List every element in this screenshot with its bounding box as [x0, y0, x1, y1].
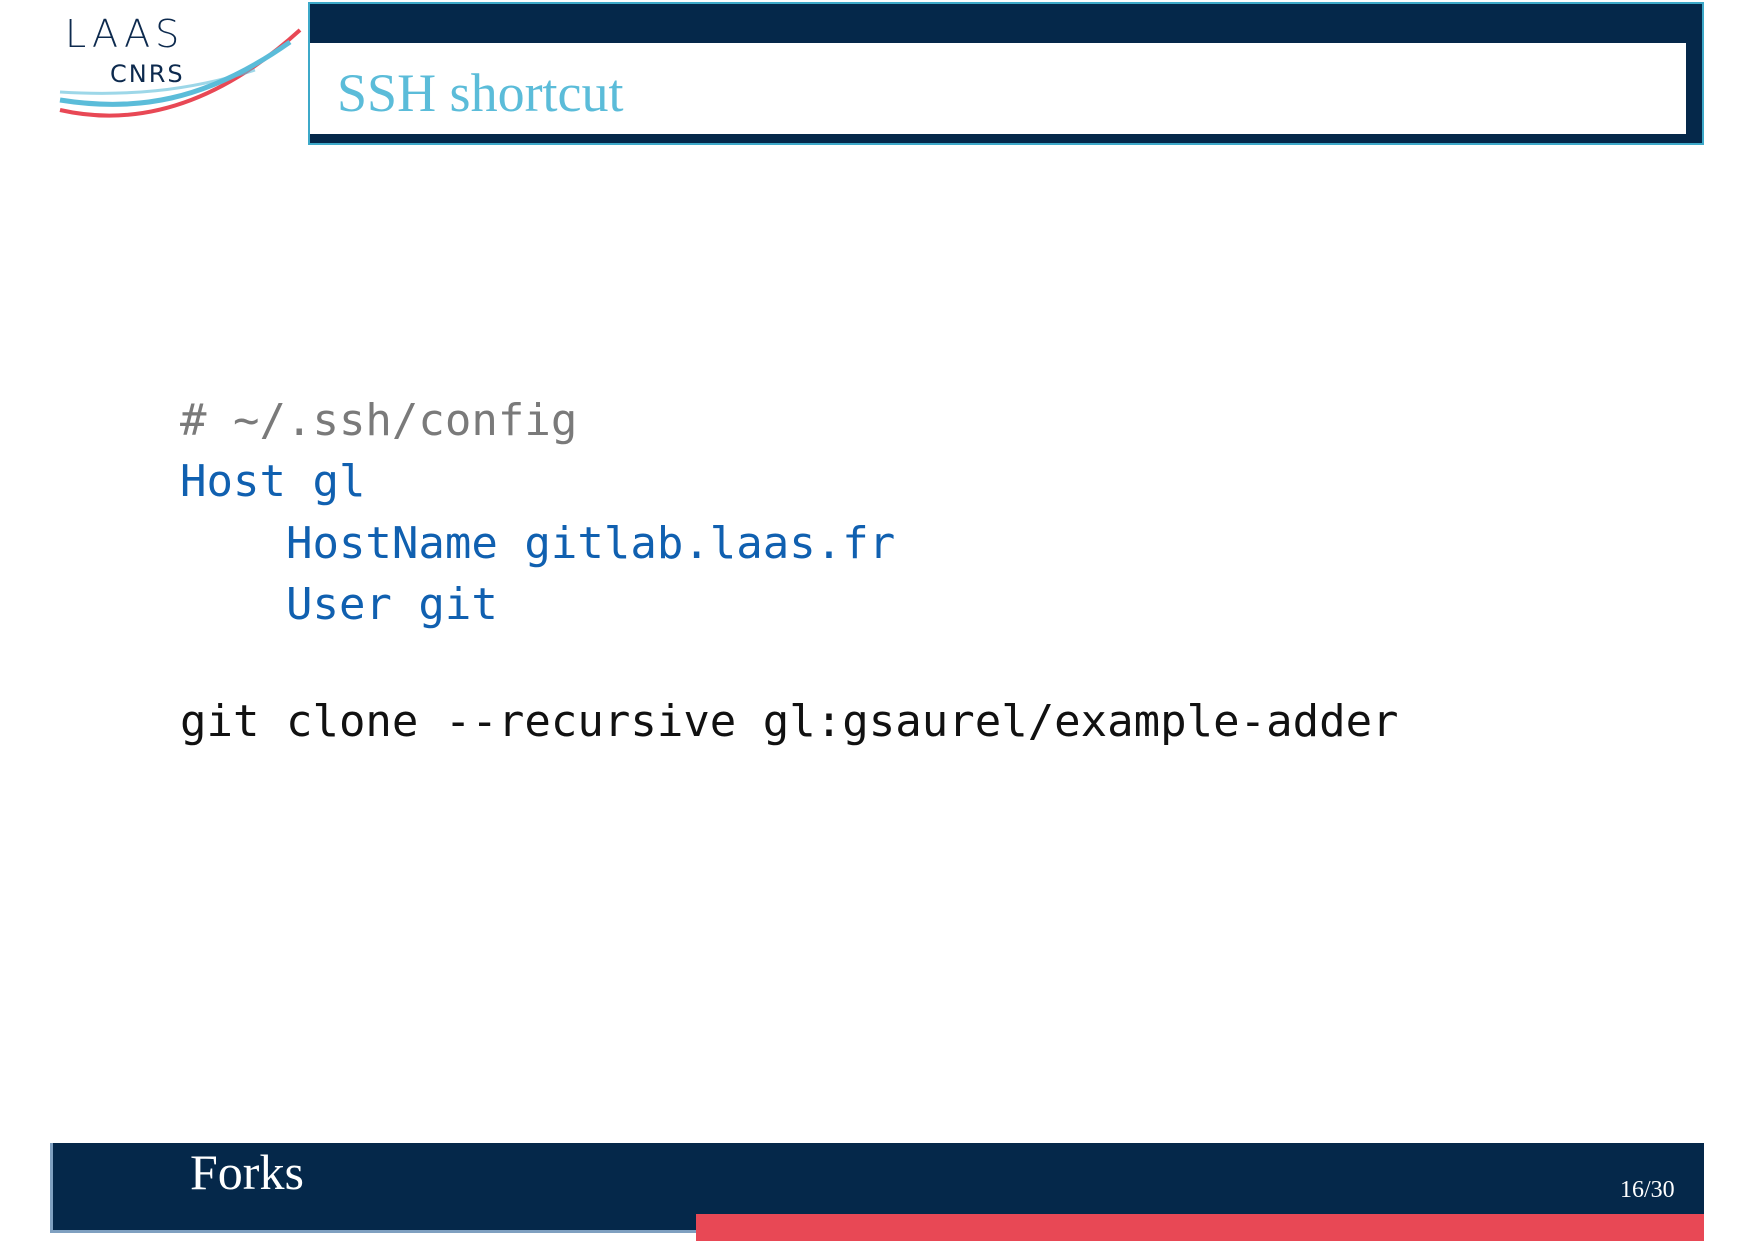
code-host-line: Host gl — [180, 456, 366, 507]
page-number: 16/30 — [1620, 1177, 1675, 1203]
footer-accent-line — [50, 1230, 700, 1233]
logo-laas-text: LAAS — [65, 12, 185, 56]
footer-section-title: Forks — [190, 1144, 304, 1200]
code-hostname-line: HostName gitlab.laas.fr — [180, 518, 896, 569]
code-command-line: git clone --recursive gl:gsaurel/example… — [180, 696, 1399, 747]
laas-cnrs-logo: LAAS CNRS — [55, 12, 305, 137]
code-user-line: User git — [180, 579, 498, 630]
logo-cnrs-text: CNRS — [110, 60, 185, 88]
footer-progress-bar — [696, 1214, 1704, 1241]
code-comment-line: # ~/.ssh/config — [180, 395, 578, 446]
slide-title: SSH shortcut — [337, 63, 624, 123]
